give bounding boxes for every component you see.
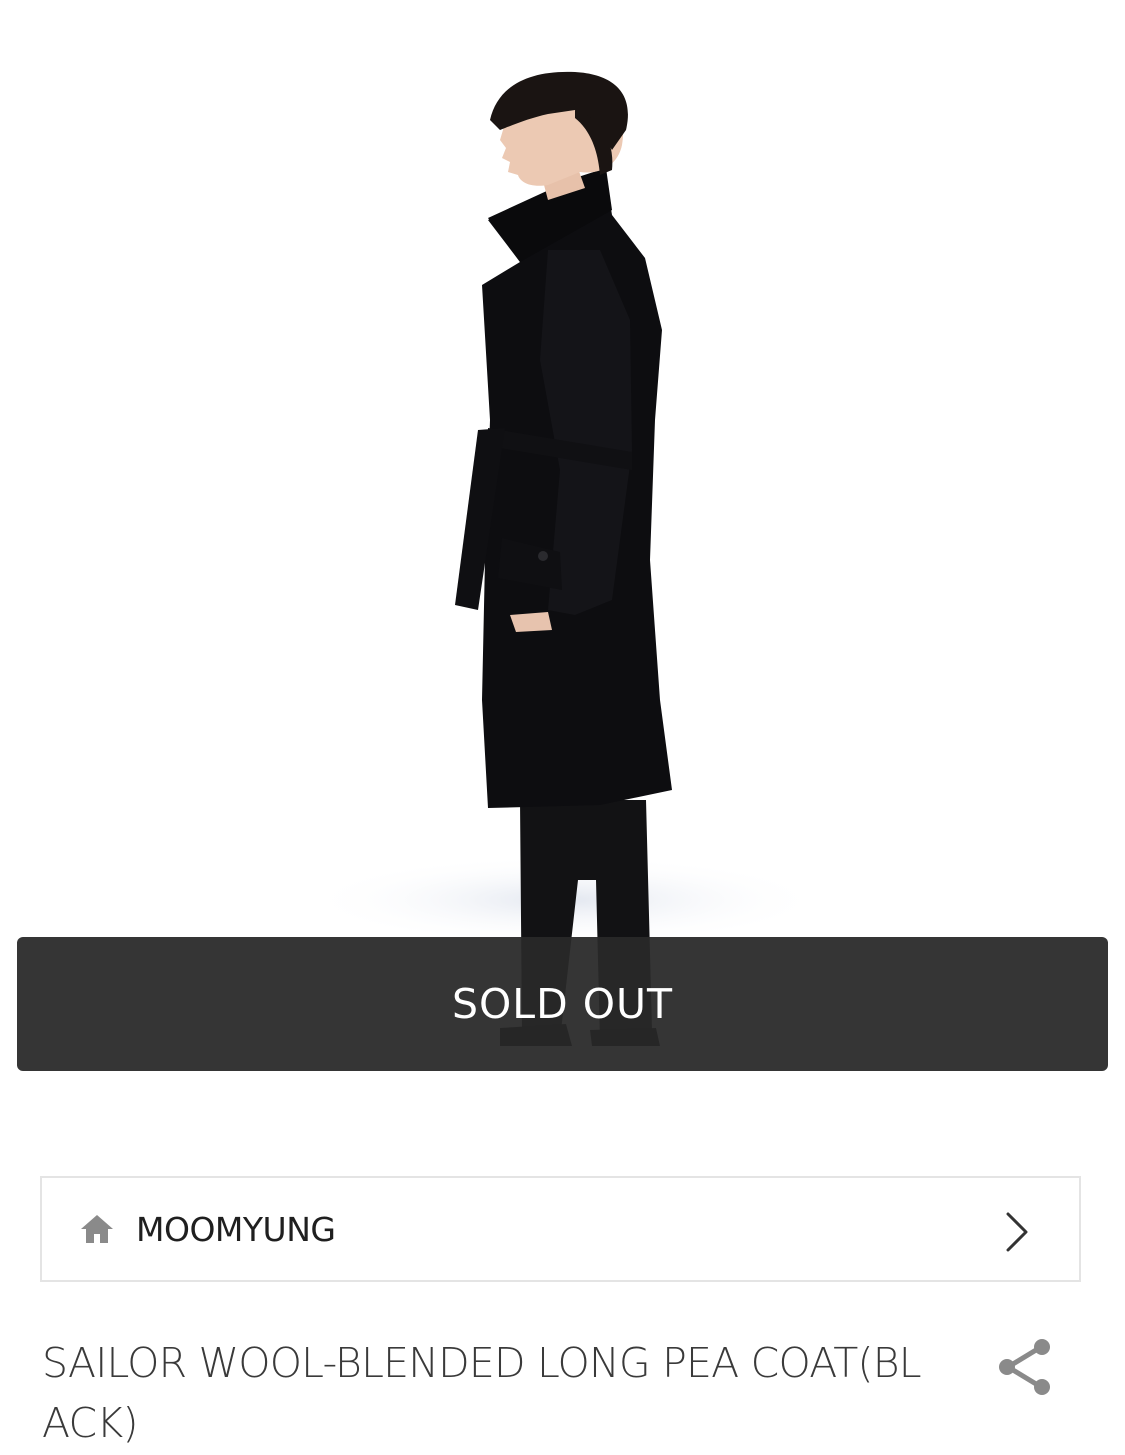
share-icon[interactable] xyxy=(996,1337,1054,1397)
chevron-right-icon[interactable] xyxy=(1005,1212,1029,1252)
home-icon xyxy=(80,1212,116,1246)
sold-out-label: SOLD OUT xyxy=(451,980,674,1028)
product-title: SAILOR WOOL-BLENDED LONG PEA COAT(BLACK) xyxy=(42,1339,922,1447)
brand-link-row[interactable]: MOOMYUNG xyxy=(40,1176,1081,1282)
sold-out-banner: SOLD OUT xyxy=(17,937,1108,1071)
brand-name: MOOMYUNG xyxy=(136,1209,336,1249)
